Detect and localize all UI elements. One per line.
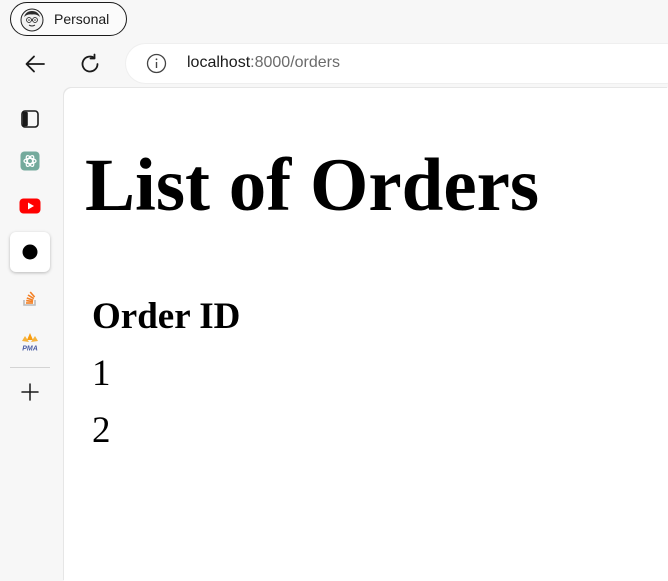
url-text[interactable]: localhost:8000/orders [187,54,340,72]
reload-button[interactable] [75,49,105,79]
black-dot-icon [22,244,38,260]
sidebar-item-phpmyadmin[interactable]: PMA [10,322,50,362]
youtube-icon [19,198,41,214]
back-button[interactable] [20,49,50,79]
sidebar-item-chatgpt[interactable] [10,141,50,181]
page-title: List of Orders [85,144,540,227]
avatar-icon [20,8,44,32]
plus-icon [21,383,39,401]
page-content: List of Orders Order ID 1 2 [64,88,668,581]
profile-label: Personal [54,11,110,27]
phpmyadmin-icon: PMA [22,333,38,353]
browser-window: Personal localhost:8000/orders PMA List … [0,0,668,581]
stack-overflow-icon [23,291,36,306]
sidebar-item-active-app[interactable] [10,232,50,272]
info-icon[interactable] [146,53,167,74]
sidebar-panel-icon [21,110,39,128]
profile-button[interactable]: Personal [10,2,127,36]
table-row: 2 [92,410,111,451]
url-path: :8000/orders [250,54,340,71]
table-row: 1 [92,353,111,394]
sidebar-item-youtube[interactable] [10,186,50,226]
sidebar-divider [10,367,50,368]
address-bar[interactable]: localhost:8000/orders [126,44,668,83]
reload-icon [81,53,99,73]
url-host: localhost [187,54,251,71]
svg-text:PMA: PMA [22,346,38,353]
arrow-left-icon [25,55,45,73]
column-header-order-id: Order ID [92,296,241,337]
sidebar-item-stack-overflow[interactable] [10,278,50,318]
chatgpt-icon [20,151,40,171]
sidebar-toggle-button[interactable] [10,99,50,139]
sidebar-add-button[interactable] [10,372,50,412]
